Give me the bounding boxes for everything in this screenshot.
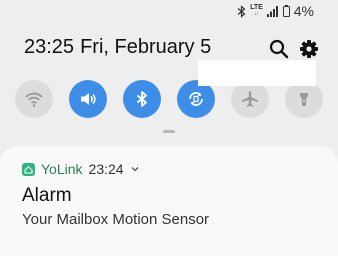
status-bar: LTE ↓↑ 4% xyxy=(0,0,338,24)
flashlight-icon xyxy=(300,93,308,106)
redaction-box xyxy=(198,60,316,86)
wifi-icon xyxy=(25,92,43,107)
drag-handle[interactable] xyxy=(163,130,175,133)
bluetooth-icon xyxy=(136,91,147,107)
notification-header: YoLink 23:24 xyxy=(22,161,140,177)
notification-title: Alarm xyxy=(22,185,72,206)
battery-level: 4% xyxy=(293,3,314,19)
app-name: YoLink xyxy=(41,161,83,177)
bluetooth-icon xyxy=(237,4,246,18)
sound-toggle[interactable] xyxy=(69,80,107,118)
airplane-icon xyxy=(242,91,258,107)
lte-icon: LTE ↓↑ xyxy=(250,4,263,17)
battery-icon xyxy=(282,5,290,17)
notification-body: Your Mailbox Motion Sensor xyxy=(22,211,210,228)
status-icons: LTE ↓↑ 4% xyxy=(237,3,314,19)
bluetooth-toggle[interactable] xyxy=(123,80,161,118)
sound-icon xyxy=(81,93,96,105)
wifi-toggle[interactable] xyxy=(15,80,53,118)
gear-icon[interactable] xyxy=(298,38,320,60)
signal-icon xyxy=(266,6,278,17)
auto-rotate-icon xyxy=(189,92,203,106)
date: Fri, February 5 xyxy=(80,36,212,58)
clock-date: 23:25 Fri, February 5 xyxy=(24,36,211,59)
yolink-app-icon xyxy=(22,162,35,176)
chevron-down-icon[interactable] xyxy=(130,165,140,173)
notification-time: 23:24 xyxy=(88,161,124,177)
notification-card[interactable]: YoLink 23:24 Alarm Your Mailbox Motion S… xyxy=(0,146,338,256)
clock: 23:25 xyxy=(24,36,75,58)
search-icon[interactable] xyxy=(268,38,290,60)
